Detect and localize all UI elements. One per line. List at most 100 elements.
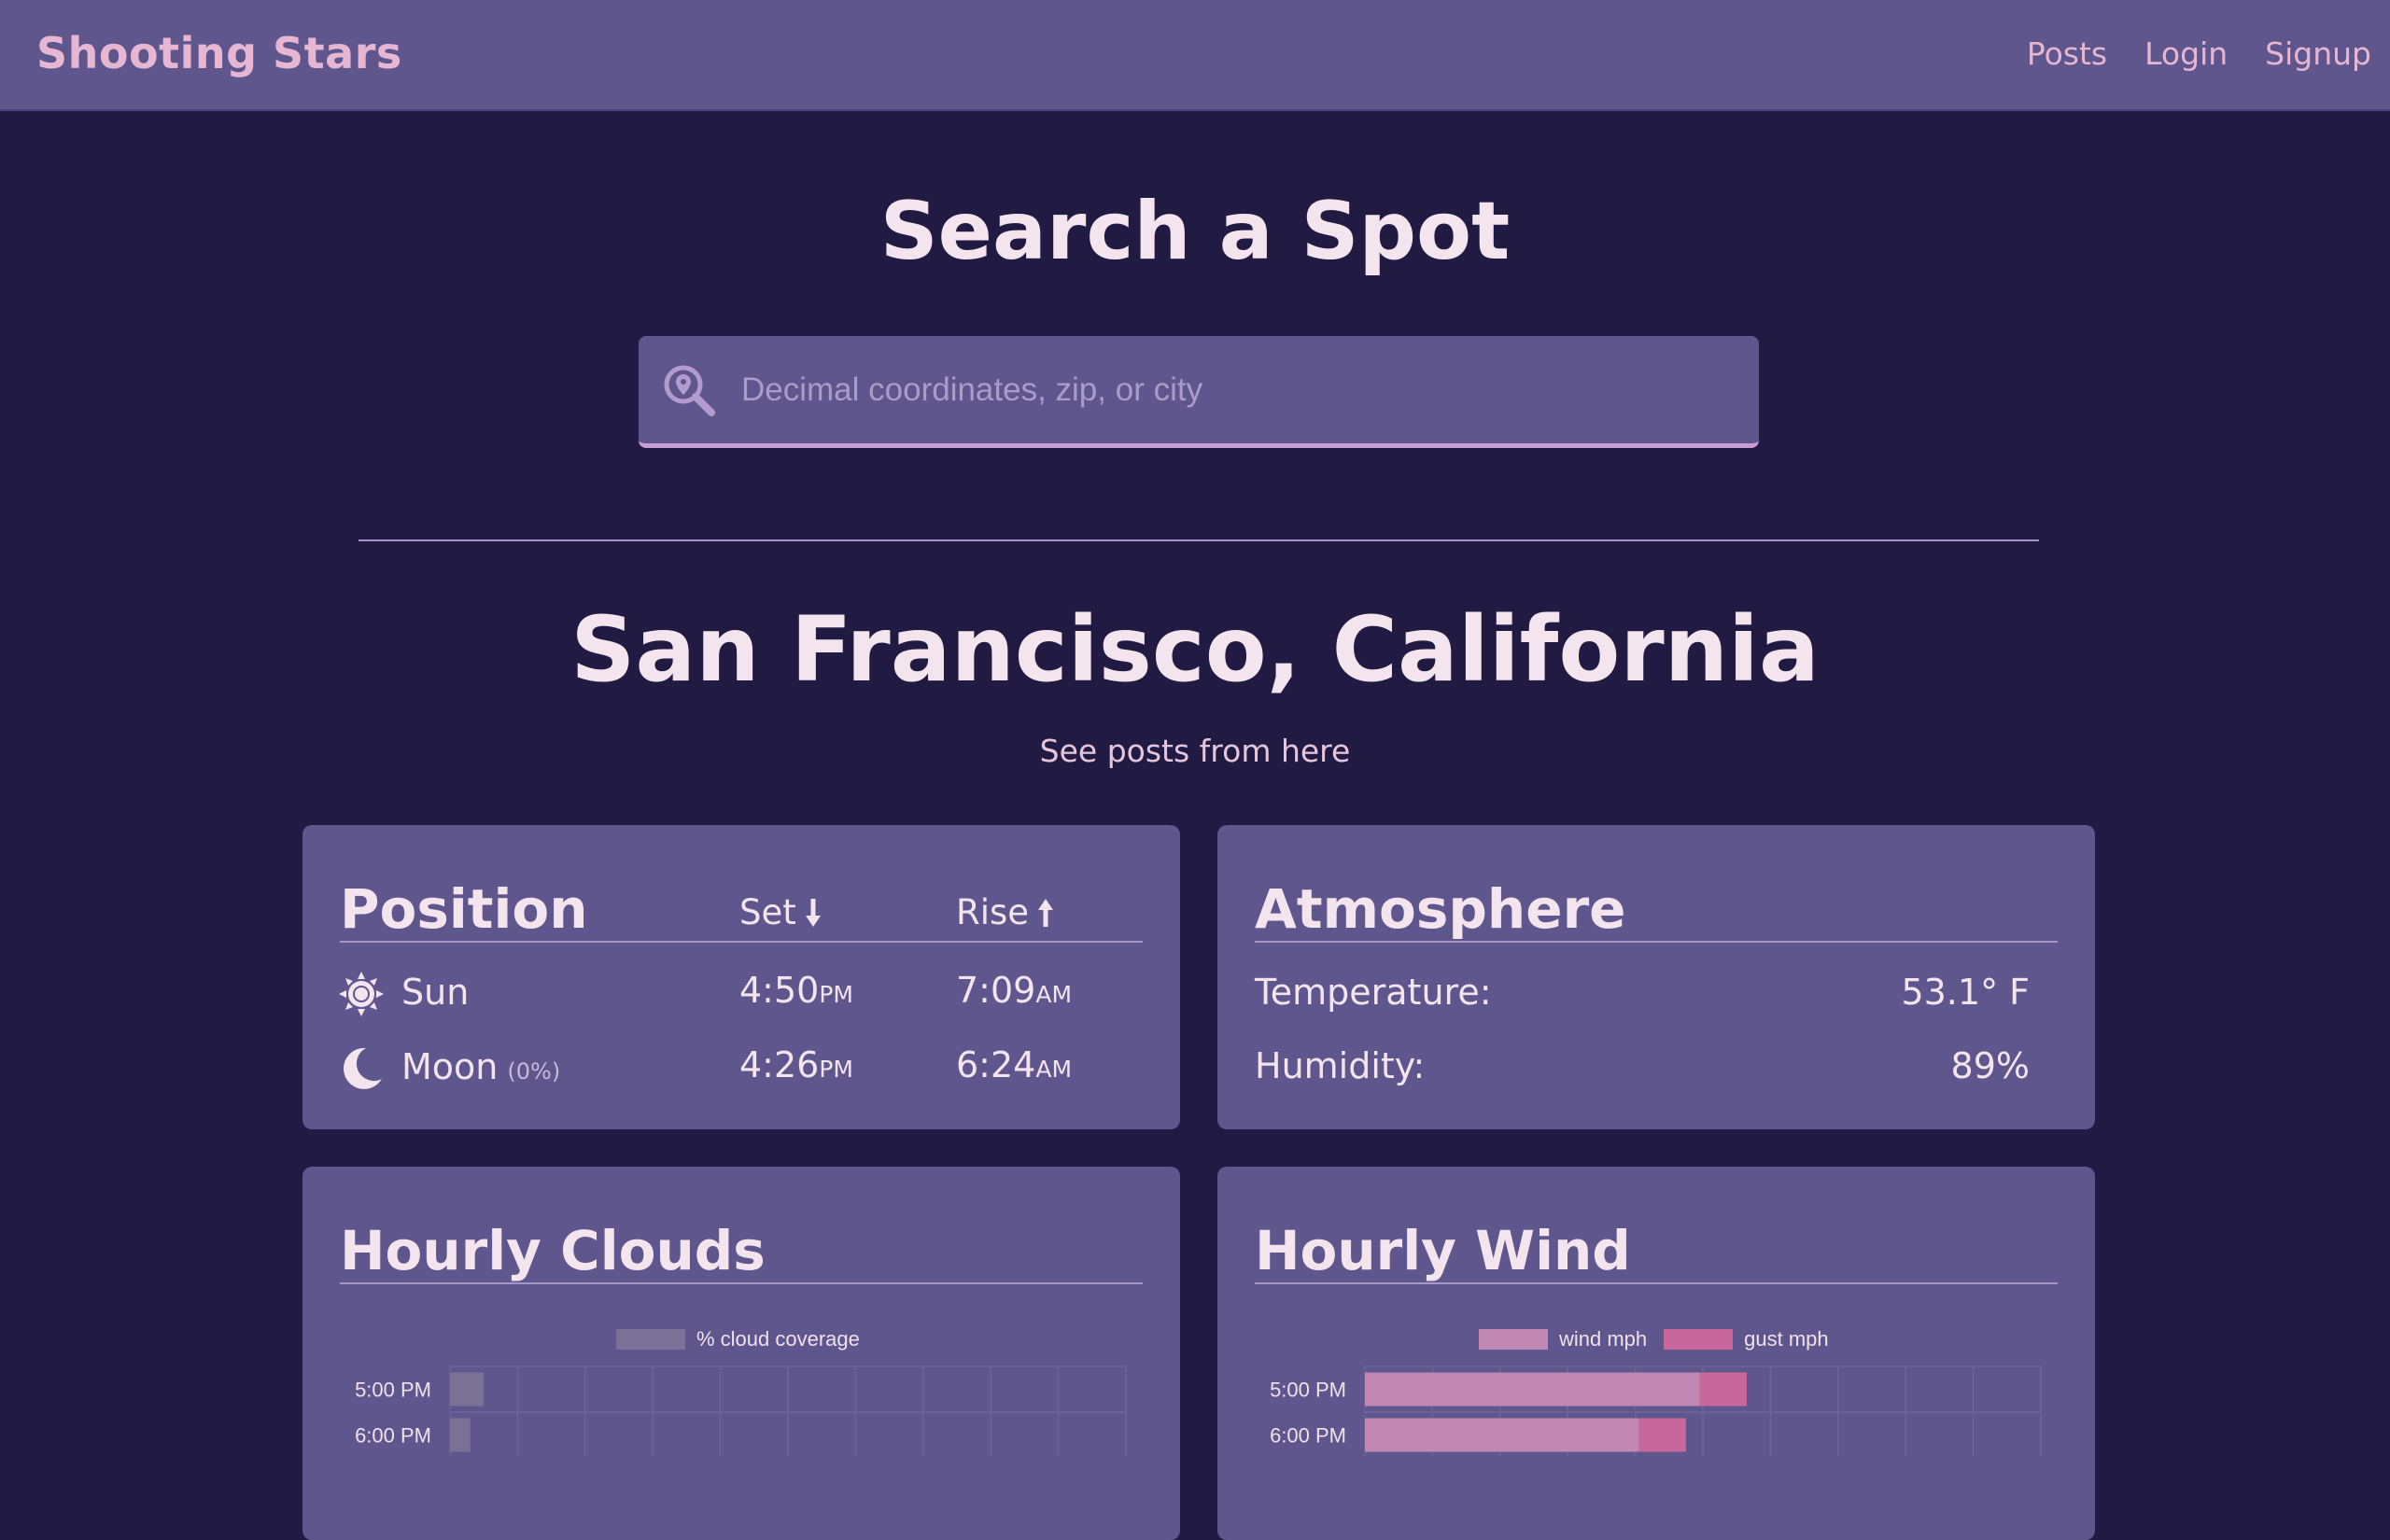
grid-cell (1769, 1411, 1839, 1456)
search-input[interactable] (739, 336, 1738, 443)
sun-set-ampm: PM (819, 981, 853, 1008)
y-tick-label: 5:00 PM (1270, 1379, 1346, 1402)
grid-cell (1769, 1365, 1839, 1413)
grid-cell (1057, 1365, 1127, 1413)
nav-links: Posts Login Signup (1989, 35, 2371, 72)
wind-legend: wind mph gust mph (1479, 1327, 1846, 1351)
wind-rule (1255, 1282, 2058, 1284)
grid-cell (516, 1365, 586, 1413)
nav-link-login[interactable]: Login (2144, 35, 2228, 72)
legend-label-cloud: % cloud coverage (696, 1327, 860, 1351)
humidity-value: 89% (1950, 1045, 2030, 1086)
sun-icon (339, 972, 384, 1016)
grid-cell (922, 1411, 991, 1456)
see-posts-link[interactable]: See posts from here (0, 733, 2390, 769)
search-location-icon (664, 365, 715, 416)
hourly-clouds-card: Hourly Clouds % cloud coverage 5:00 PM 6:… (302, 1167, 1180, 1540)
legend-swatch-gust (1664, 1329, 1734, 1350)
moon-label: Moon (401, 1046, 499, 1087)
location-title: San Francisco, California (570, 597, 1820, 702)
legend-item-wind[interactable]: wind mph (1479, 1327, 1647, 1351)
position-title: Position (340, 877, 588, 941)
moon-icon (344, 1047, 382, 1089)
grid-cell (787, 1365, 857, 1413)
y-tick-label: 6:00 PM (355, 1424, 431, 1448)
hourly-wind-card: Hourly Wind wind mph gust mph 5:00 PM 6:0… (1217, 1167, 2095, 1540)
grid-cell (990, 1411, 1060, 1456)
grid-cell (1972, 1411, 2042, 1456)
legend-label-wind: wind mph (1559, 1327, 1648, 1351)
moon-set-time: 4:26PM (739, 1044, 853, 1085)
temperature-value: 53.1° F (1901, 972, 2030, 1013)
nav-link-signup[interactable]: Signup (2265, 35, 2371, 72)
legend-item-cloud[interactable]: % cloud coverage (616, 1327, 860, 1351)
position-card: Position Set Rise Sun 4:50PM 7:09AM Moon… (302, 825, 1180, 1129)
y-tick-label: 5:00 PM (355, 1379, 431, 1402)
grid-cell (1972, 1365, 2042, 1413)
moon-rise-ampm: AM (1035, 1056, 1073, 1083)
navbar: Shooting Stars Posts Login Signup (0, 0, 2390, 111)
set-column-header: Set (739, 892, 822, 932)
grid-cell (719, 1365, 789, 1413)
legend-swatch-wind (1479, 1329, 1548, 1350)
grid-cell (1905, 1365, 1975, 1413)
rise-label: Rise (956, 892, 1030, 932)
bar--cloud-coverage (450, 1418, 471, 1452)
clouds-chart: 5:00 PM 6:00 PM (355, 1365, 1127, 1456)
sun-rise-time: 7:09AM (956, 970, 1072, 1011)
sun-set-time: 4:50PM (739, 970, 853, 1011)
sun-rise-ampm: AM (1035, 981, 1073, 1008)
grid-cell (652, 1411, 722, 1456)
set-label: Set (739, 892, 796, 932)
grid-cell (516, 1411, 586, 1456)
rise-column-header: Rise (956, 892, 1055, 932)
bar--cloud-coverage (450, 1372, 485, 1407)
arrow-down-icon (805, 898, 821, 927)
arrow-up-icon (1038, 898, 1054, 927)
grid-cell (719, 1411, 789, 1456)
grid-cell (922, 1365, 991, 1413)
grid-cell (584, 1411, 654, 1456)
bar-wind-mph (1365, 1372, 1700, 1407)
position-rule (340, 941, 1143, 943)
grid-cell (652, 1365, 722, 1413)
wind-chart: 5:00 PM 6:00 PM (1270, 1365, 2042, 1456)
search-title: Search a Spot (879, 185, 1511, 278)
grid-cell (1702, 1411, 1772, 1456)
legend-label-gust: gust mph (1744, 1327, 1829, 1351)
grid-cell (1837, 1365, 1906, 1413)
clouds-legend: % cloud coverage (616, 1327, 877, 1351)
wind-title: Hourly Wind (1255, 1219, 1631, 1282)
legend-item-gust[interactable]: gust mph (1664, 1327, 1829, 1351)
temperature-label: Temperature: (1255, 972, 1492, 1013)
grid-cell (1905, 1411, 1975, 1456)
sun-name: Sun (401, 972, 470, 1013)
bar-wind-mph (1365, 1418, 1639, 1452)
clouds-rule (340, 1282, 1143, 1284)
brand-link[interactable]: Shooting Stars (36, 28, 402, 78)
atmosphere-card: Atmosphere Temperature: 53.1° F Humidity… (1217, 825, 2095, 1129)
moon-set-ampm: PM (819, 1056, 853, 1083)
moon-illumination: (0%) (507, 1058, 561, 1085)
legend-swatch-cloud (616, 1329, 685, 1350)
grid-cell (854, 1365, 924, 1413)
grid-cell (1057, 1411, 1127, 1456)
grid-cell (787, 1411, 857, 1456)
moon-rise-time: 6:24AM (956, 1044, 1072, 1085)
atmosphere-title: Atmosphere (1255, 877, 1626, 941)
grid-cell (584, 1365, 654, 1413)
humidity-label: Humidity: (1255, 1045, 1426, 1086)
section-divider (358, 539, 2039, 541)
moon-name: Moon (0%) (401, 1046, 560, 1087)
search-box[interactable] (639, 336, 1759, 448)
grid-cell (854, 1411, 924, 1456)
grid-cell (990, 1365, 1060, 1413)
sun-set-value: 4:50 (739, 970, 820, 1011)
sun-rise-value: 7:09 (956, 970, 1036, 1011)
clouds-title: Hourly Clouds (340, 1219, 766, 1282)
grid-cell (1837, 1411, 1906, 1456)
y-tick-label: 6:00 PM (1270, 1424, 1346, 1448)
nav-link-posts[interactable]: Posts (2027, 35, 2107, 72)
atmosphere-rule (1255, 941, 2058, 943)
moon-rise-value: 6:24 (956, 1044, 1036, 1085)
